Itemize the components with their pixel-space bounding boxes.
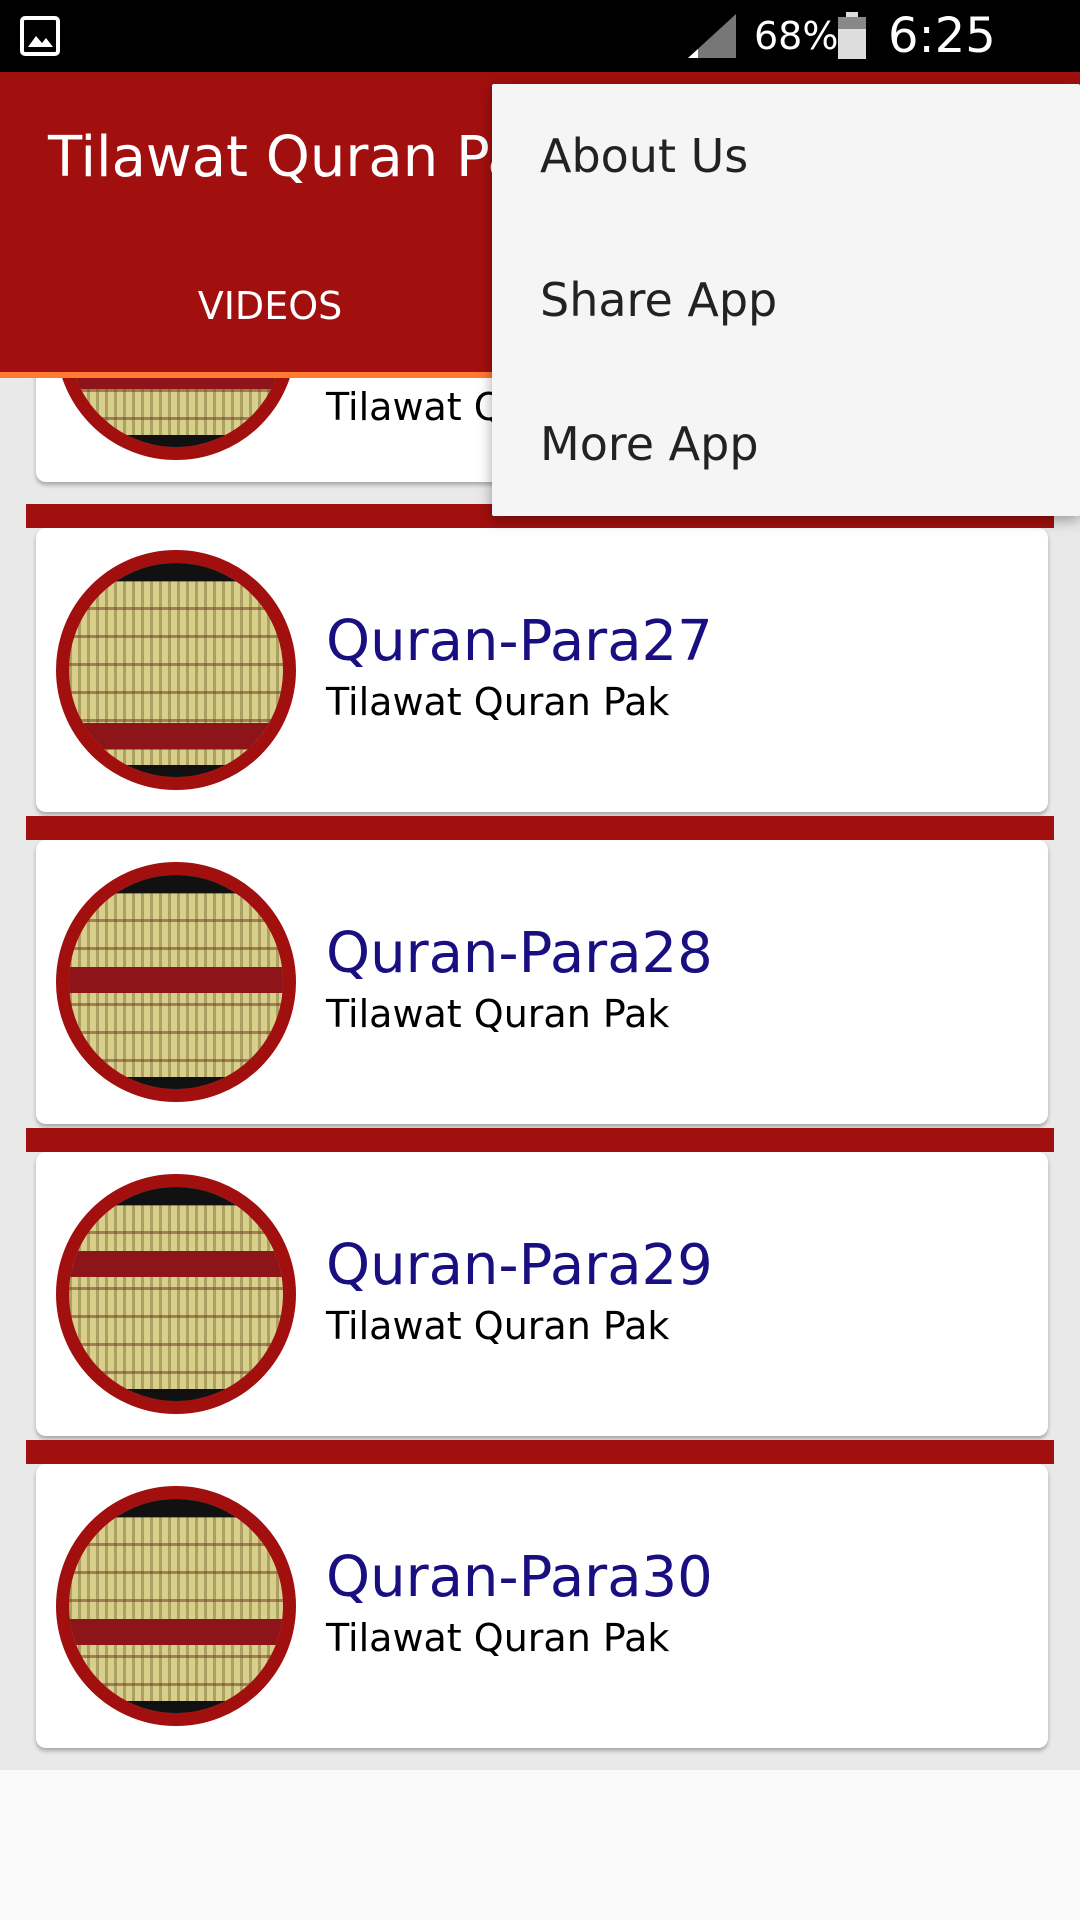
menu-item-share-app[interactable]: Share App: [492, 228, 1080, 372]
thumbnail: [56, 550, 296, 790]
divider: [26, 1128, 1054, 1152]
list-item-title: Quran-Para29: [326, 1233, 713, 1298]
list-item-subtitle: Tilawat Q: [326, 385, 504, 429]
divider: [26, 1440, 1054, 1464]
list-item-title: Quran-Para28: [326, 921, 713, 986]
list-item-subtitle: Tilawat Quran Pak: [326, 680, 670, 724]
divider: [26, 816, 1054, 840]
list-item[interactable]: Quran-Para30 Tilawat Quran Pak: [36, 1464, 1048, 1748]
thumbnail: [56, 1174, 296, 1414]
list-item[interactable]: Quran-Para28 Tilawat Quran Pak: [36, 840, 1048, 1124]
app-title: Tilawat Quran Pa: [48, 125, 522, 190]
thumbnail: [56, 378, 296, 460]
list-item-title: Quran-Para27: [326, 609, 713, 674]
thumbnail: [56, 1486, 296, 1726]
list-item[interactable]: Quran-Para29 Tilawat Quran Pak: [36, 1152, 1048, 1436]
list-item[interactable]: Quran-Para27 Tilawat Quran Pak: [36, 528, 1048, 812]
list-item-title: Quran-Para30: [326, 1545, 713, 1610]
menu-item-more-app[interactable]: More App: [492, 372, 1080, 516]
battery-icon: [838, 12, 866, 59]
video-list[interactable]: Tilawat Q Quran-Para27 Tilawat Quran Pak…: [0, 378, 1080, 1770]
empty-area: [0, 1770, 1080, 1920]
list-item-subtitle: Tilawat Quran Pak: [326, 992, 670, 1036]
tab-videos[interactable]: VIDEOS: [0, 268, 540, 366]
battery-percent: 68%: [754, 14, 839, 58]
overflow-menu: About Us Share App More App: [492, 84, 1080, 516]
signal-icon: [688, 14, 736, 58]
list-item-subtitle: Tilawat Quran Pak: [326, 1616, 670, 1660]
menu-item-about-us[interactable]: About Us: [492, 84, 1080, 228]
thumbnail: [56, 862, 296, 1102]
status-bar: 68% 6:25 PM: [0, 0, 1080, 120]
gallery-icon: [20, 16, 60, 56]
list-item-subtitle: Tilawat Quran Pak: [326, 1304, 670, 1348]
